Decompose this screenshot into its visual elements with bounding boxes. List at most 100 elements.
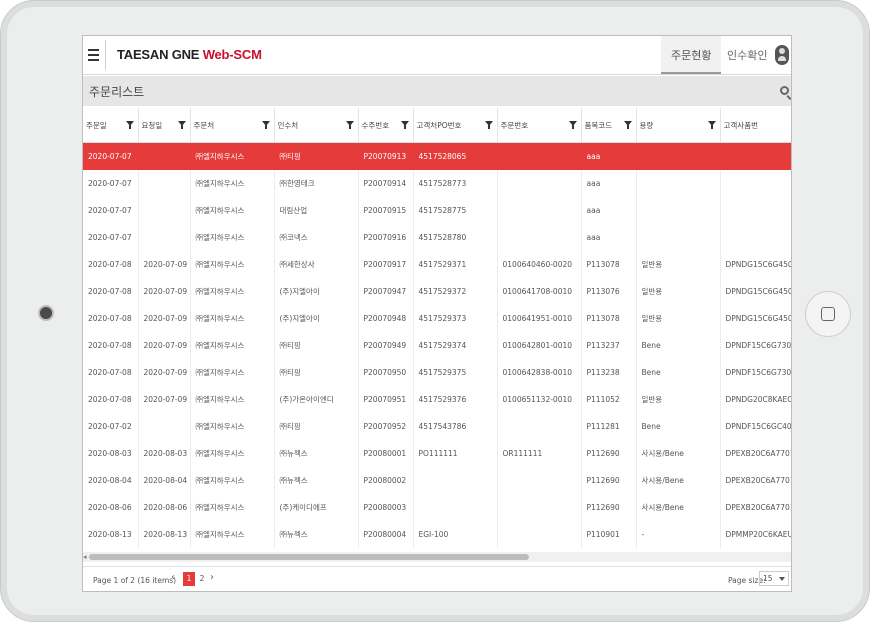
table-row[interactable]: 2020-07-07 ㈜엘지하우시스 ㈜코넥스 P20070916 4517528780…: [83, 224, 791, 251]
pager-info: Page 1 of 2 (16 items): [93, 576, 177, 585]
column-header[interactable]: 주문일: [83, 108, 139, 143]
table-cell: ㈜코넥스: [274, 224, 359, 251]
table-row[interactable]: 2020-07-07 ㈜엘지하우시스 ㈜한영테크 P20070914 451752877…: [83, 170, 791, 197]
table-cell: [720, 197, 791, 224]
table-cell: 사시용/Bene: [636, 467, 721, 494]
table-cell: 2020-07-07: [83, 224, 139, 251]
filter-icon[interactable]: [345, 121, 354, 129]
table-cell: [138, 224, 191, 251]
horizontal-scrollbar[interactable]: ◂: [83, 552, 791, 562]
table-cell: 2020-07-08: [83, 386, 139, 413]
page-2-button[interactable]: 2: [196, 572, 208, 586]
table-cell: 2020-07-09: [138, 359, 191, 386]
tab-receipt-confirm[interactable]: 인수확인: [717, 36, 777, 74]
table-cell: 2020-07-08: [83, 278, 139, 305]
table-cell: [138, 170, 191, 197]
table-cell: aaa: [581, 197, 637, 224]
table-cell: [497, 467, 582, 494]
tab-order-status[interactable]: 주문현황: [661, 36, 722, 74]
page-size-select[interactable]: 15: [759, 571, 789, 586]
table-row[interactable]: 2020-08-03 2020-08-03 ㈜엘지하우시스 ㈜뉴젝스 P20080001…: [83, 440, 791, 467]
table-row[interactable]: 2020-07-02 ㈜엘지하우시스 ㈜티핑 P20070952 4517543786 P…: [83, 413, 791, 440]
table-cell: (주)가온아이엔디: [274, 386, 359, 413]
table-cell: [138, 197, 191, 224]
filter-icon[interactable]: [707, 121, 716, 129]
filter-icon[interactable]: [261, 121, 270, 129]
table-cell: ㈜티핑: [274, 359, 359, 386]
brand-logo: TAESAN GNE Web-SCM: [117, 47, 262, 62]
user-icon[interactable]: [775, 45, 789, 65]
filter-icon[interactable]: [400, 121, 409, 129]
order-grid: 주문일 요청일 주문처 인수처 수주번호 고객처PO번호 주문번호 품목코드 용량 고객사품번 2…: [83, 108, 791, 558]
table-cell: ㈜엘지하우시스: [190, 142, 275, 170]
table-cell: P110901: [581, 521, 637, 548]
column-header[interactable]: 용량: [636, 108, 721, 143]
table-cell: (주)지엘아이: [274, 305, 359, 332]
page-1-button[interactable]: 1: [183, 572, 195, 586]
column-header-label: 용량: [639, 120, 654, 130]
table-cell: ㈜엘지하우시스: [190, 170, 275, 197]
table-row[interactable]: 2020-07-08 2020-07-09 ㈜엘지하우시스 ㈜티핑 P20070950 4…: [83, 359, 791, 386]
filter-icon[interactable]: [484, 121, 493, 129]
search-icon[interactable]: [780, 86, 789, 95]
column-header[interactable]: 고객처PO번호: [413, 108, 498, 143]
table-cell: 0100642801-0010: [497, 332, 582, 359]
menu-icon[interactable]: [85, 44, 103, 66]
table-cell: P113078: [581, 305, 637, 332]
table-row[interactable]: 2020-07-08 2020-07-09 ㈜엘지하우시스 ㈜티핑 P20070949 4…: [83, 332, 791, 359]
table-cell: 대림산업: [274, 197, 359, 224]
table-row[interactable]: 2020-08-13 2020-08-13 ㈜엘지하우시스 ㈜뉴젝스 P20080004…: [83, 521, 791, 548]
table-cell: 4517528773: [413, 170, 498, 197]
filter-icon[interactable]: [177, 121, 186, 129]
table-row[interactable]: 2020-07-08 2020-07-09 ㈜엘지하우시스 (주)가온아이엔디 P200…: [83, 386, 791, 413]
table-cell: DPNDF15C6GC403Q5: [720, 413, 791, 440]
table-cell: ㈜엘지하우시스: [190, 359, 275, 386]
home-button[interactable]: [805, 291, 851, 337]
table-row[interactable]: 2020-07-08 2020-07-09 ㈜엘지하우시스 (주)지엘아이 P20070…: [83, 278, 791, 305]
table-row[interactable]: 2020-08-04 2020-08-04 ㈜엘지하우시스 ㈜뉴젝스 P20080002…: [83, 467, 791, 494]
column-header[interactable]: 품목코드: [581, 108, 637, 143]
table-cell: DPEXB20C6A7701T1F0: [720, 467, 791, 494]
column-header-label: 수주번호: [361, 120, 390, 130]
filter-icon[interactable]: [125, 121, 134, 129]
column-header-label: 주문일: [86, 120, 107, 130]
table-cell: DPEXB20C6A7701T1F0: [720, 494, 791, 521]
table-cell: P113237: [581, 332, 637, 359]
table-cell: ㈜뉴젝스: [274, 521, 359, 548]
column-header[interactable]: 인수처: [274, 108, 359, 143]
table-cell: 4517529372: [413, 278, 498, 305]
table-row[interactable]: 2020-07-07 ㈜엘지하우시스 대림산업 P20070915 4517528775…: [83, 197, 791, 224]
filter-icon[interactable]: [623, 121, 632, 129]
table-cell: 2020-08-03: [83, 440, 139, 467]
column-header[interactable]: 주문처: [190, 108, 275, 143]
table-cell: 사시용/Bene: [636, 494, 721, 521]
table-cell: DPEXB20C6A7701T1F0: [720, 440, 791, 467]
filter-icon[interactable]: [568, 121, 577, 129]
table-cell: (주)케이디에프: [274, 494, 359, 521]
column-header-label: 인수처: [277, 120, 299, 130]
table-row[interactable]: 2020-07-07 ㈜엘지하우시스 ㈜티핑 P20070913 4517528065 a…: [83, 142, 791, 170]
table-cell: ㈜한영테크: [274, 170, 359, 197]
column-header[interactable]: 고객사품번: [720, 108, 791, 143]
table-cell: [636, 224, 721, 251]
table-row[interactable]: 2020-07-08 2020-07-09 ㈜엘지하우시스 ㈜세한상사 P2007091…: [83, 251, 791, 278]
table-cell: P113238: [581, 359, 637, 386]
table-cell: P20080001: [358, 440, 414, 467]
scroll-left-icon[interactable]: ◂: [83, 553, 87, 561]
chevron-left-icon[interactable]: ‹: [171, 572, 175, 583]
scrollbar-thumb[interactable]: [89, 554, 529, 560]
table-cell: [497, 521, 582, 548]
column-header[interactable]: 수주번호: [358, 108, 414, 143]
column-header[interactable]: 요청일: [138, 108, 191, 143]
table-cell: 2020-07-07: [83, 170, 139, 197]
chevron-right-icon[interactable]: ›: [210, 572, 214, 583]
table-cell: P20070950: [358, 359, 414, 386]
table-cell: aaa: [581, 224, 637, 251]
column-header[interactable]: 주문번호: [497, 108, 582, 143]
table-cell: Bene: [636, 332, 721, 359]
table-row[interactable]: 2020-07-08 2020-07-09 ㈜엘지하우시스 (주)지엘아이 P20070…: [83, 305, 791, 332]
table-row[interactable]: 2020-08-06 2020-08-06 ㈜엘지하우시스 (주)케이디에프 P2008…: [83, 494, 791, 521]
table-cell: DPNDF15C6G7301T10: [720, 332, 791, 359]
table-cell: 0100651132-0010: [497, 386, 582, 413]
table-cell: 0100640460-0020: [497, 251, 582, 278]
